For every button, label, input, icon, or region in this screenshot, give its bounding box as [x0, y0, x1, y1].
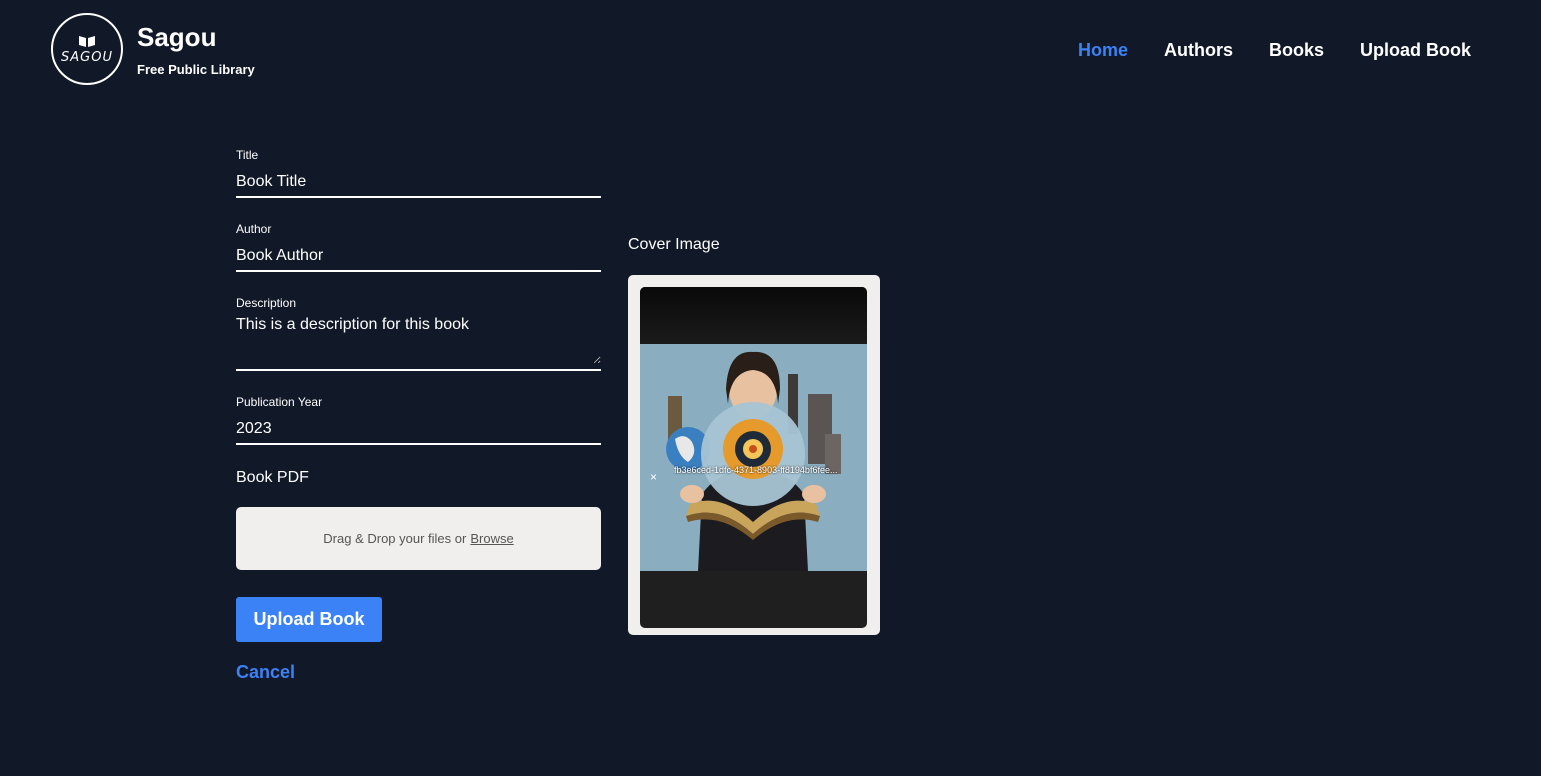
nav-home[interactable]: Home: [1078, 40, 1128, 61]
description-label: Description: [236, 296, 297, 310]
upload-book-form: Title Author Description This is a descr…: [236, 148, 601, 683]
description-field-wrapper: This is a description for this book: [236, 316, 601, 371]
nav-upload-book[interactable]: Upload Book: [1360, 40, 1471, 61]
main-nav: Home Authors Books Upload Book: [1078, 40, 1471, 61]
title-label: Title: [236, 148, 259, 162]
logo-text: SAGOU: [61, 49, 113, 65]
upload-book-button[interactable]: Upload Book: [236, 597, 382, 642]
cover-preview-backdrop: [640, 287, 867, 344]
title-input[interactable]: [236, 168, 601, 196]
logo[interactable]: SAGOU: [51, 13, 123, 85]
site-tagline: Free Public Library: [137, 62, 255, 77]
year-label: Publication Year: [236, 395, 323, 409]
year-field-wrapper: [236, 415, 601, 445]
description-textarea[interactable]: This is a description for this book: [236, 316, 601, 364]
title-field-wrapper: [236, 168, 601, 198]
cancel-link[interactable]: Cancel: [236, 662, 601, 683]
site-name: Sagou: [137, 22, 217, 52]
nav-authors[interactable]: Authors: [1164, 40, 1233, 61]
nav-books[interactable]: Books: [1269, 40, 1324, 61]
browse-link[interactable]: Browse: [470, 531, 513, 546]
remove-file-icon[interactable]: ×: [650, 470, 657, 484]
author-field-wrapper: [236, 242, 601, 272]
book-icon: [79, 35, 95, 47]
logo-badge: SAGOU: [51, 13, 123, 85]
pdf-dropzone[interactable]: Drag & Drop your files or Browse: [236, 507, 601, 570]
cover-image-label: Cover Image: [628, 236, 720, 253]
dropzone-text: Drag & Drop your files or: [323, 531, 467, 546]
cover-file-name: fb3e6ced-1dfc-4371-8903-ff8194bf6fee...: [674, 465, 838, 475]
cover-image: [640, 344, 867, 571]
year-input[interactable]: [236, 415, 601, 443]
author-input[interactable]: [236, 242, 601, 270]
cover-image-dropzone[interactable]: × fb3e6ced-1dfc-4371-8903-ff8194bf6fee..…: [628, 275, 880, 635]
author-label: Author: [236, 222, 272, 236]
pdf-label: Book PDF: [236, 469, 309, 486]
cover-image-preview: × fb3e6ced-1dfc-4371-8903-ff8194bf6fee..…: [640, 287, 867, 628]
